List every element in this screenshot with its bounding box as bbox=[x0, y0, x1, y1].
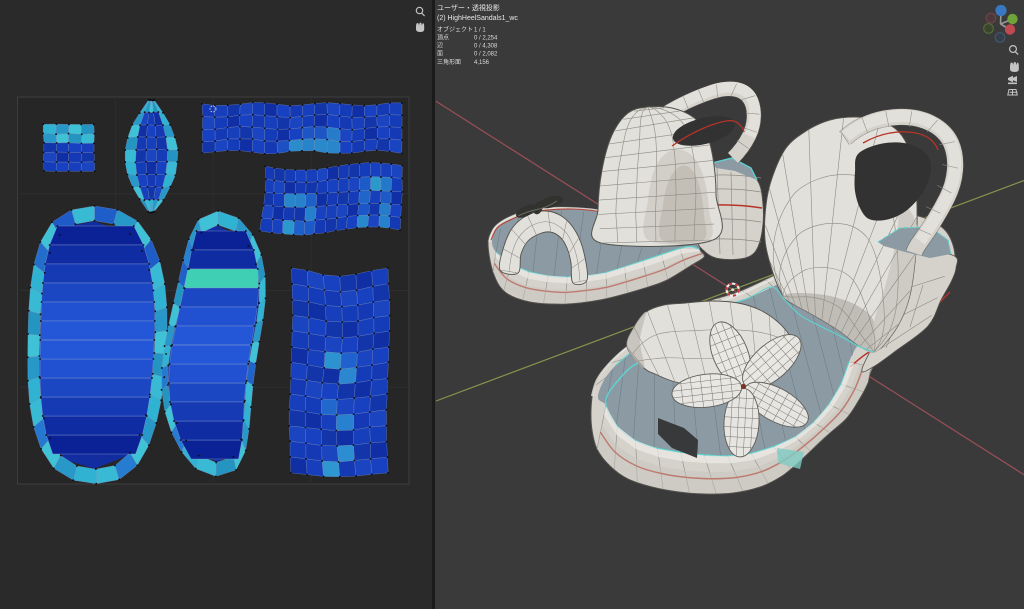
svg-text:三角形面: 三角形面 bbox=[437, 58, 461, 66]
svg-text:辺: 辺 bbox=[437, 43, 443, 50]
svg-text:0 / 2,254: 0 / 2,254 bbox=[474, 36, 498, 42]
svg-text:オブジェクト: オブジェクト bbox=[437, 26, 473, 34]
svg-text:面: 面 bbox=[437, 51, 443, 58]
svg-text:0 / 2,082: 0 / 2,082 bbox=[474, 52, 498, 58]
svg-text:(2) HighHeelSandals1_wc: (2) HighHeelSandals1_wc bbox=[437, 15, 518, 22]
svg-text:0 / 4,308: 0 / 4,308 bbox=[474, 44, 498, 50]
svg-text:1 / 1: 1 / 1 bbox=[474, 28, 486, 34]
svg-text:頂点: 頂点 bbox=[437, 34, 449, 42]
svg-text:4,156: 4,156 bbox=[474, 60, 490, 66]
svg-text:ユーザー・透視投影: ユーザー・透視投影 bbox=[437, 3, 500, 12]
